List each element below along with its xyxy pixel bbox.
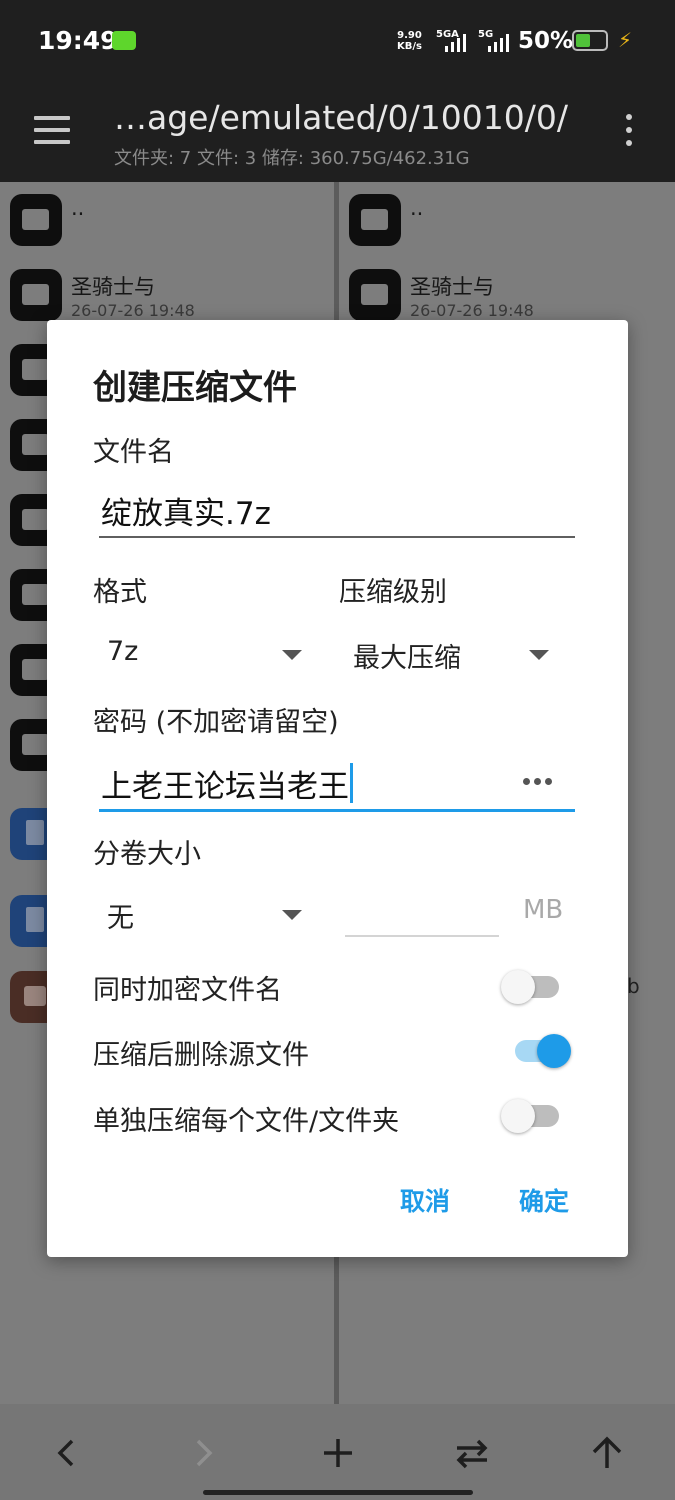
password-field[interactable]: 上老王论坛当老王 (99, 759, 575, 812)
encrypt-filenames-toggle[interactable] (501, 968, 563, 1004)
status-time: 19:49 (38, 26, 118, 55)
format-label: 格式 (93, 577, 147, 608)
compression-level-select[interactable]: 最大压缩 (353, 634, 549, 682)
filename-label: 文件名 (93, 437, 174, 468)
split-size-select[interactable]: 无 (107, 894, 302, 942)
delete-source-label: 压缩后删除源文件 (93, 1040, 309, 1071)
app-bar: …age/emulated/0/10010/0/ 文件夹: 7 文件: 3 储存… (0, 82, 675, 182)
bottom-toolbar (0, 1404, 675, 1500)
signal-icon (486, 32, 512, 52)
file-name: .. (410, 196, 424, 220)
folder-icon (10, 269, 62, 321)
filename-value: 绽放真实.7z (101, 496, 271, 532)
file-date: 26-07-26 19:48 (71, 301, 195, 320)
folder-icon (10, 194, 62, 246)
file-name: .. (71, 196, 85, 220)
file-name: 圣骑士与 (71, 275, 155, 299)
more-options-icon[interactable] (624, 114, 634, 148)
gesture-bar[interactable] (203, 1490, 473, 1495)
split-size-value: 无 (107, 903, 134, 934)
delete-source-toggle[interactable] (501, 1032, 571, 1068)
forward-icon[interactable] (178, 1430, 228, 1476)
app-notification-icon (112, 31, 136, 50)
password-value: 上老王论坛当老王 (101, 761, 353, 806)
add-icon[interactable] (313, 1430, 363, 1476)
swap-icon[interactable] (447, 1430, 497, 1476)
folder-icon (349, 194, 401, 246)
split-size-unit: MB (523, 895, 564, 925)
battery-fill (576, 34, 590, 47)
network-speed: 9.90 KB/s (397, 30, 422, 52)
list-item[interactable]: .. (10, 194, 330, 254)
compression-level-label: 压缩级别 (339, 577, 447, 608)
file-name-fragment: b (627, 974, 640, 998)
current-path[interactable]: …age/emulated/0/10010/0/ (114, 98, 568, 137)
up-icon[interactable] (582, 1430, 632, 1476)
dialog-title: 创建压缩文件 (93, 368, 297, 408)
charging-icon: ⚡ (618, 28, 633, 52)
format-value: 7z (107, 636, 139, 667)
network-speed-unit: KB/s (397, 41, 422, 52)
list-item[interactable]: .. (349, 194, 669, 254)
dropdown-arrow-icon (282, 910, 302, 920)
compress-separately-label: 单独压缩每个文件/文件夹 (93, 1106, 400, 1137)
back-icon[interactable] (42, 1430, 92, 1476)
file-date: 26-07-26 19:48 (410, 301, 534, 320)
menu-icon[interactable] (34, 116, 70, 144)
text-cursor (350, 763, 353, 803)
dropdown-arrow-icon (529, 650, 549, 660)
password-options-icon[interactable] (523, 778, 553, 786)
signal-icon (443, 32, 469, 52)
file-name: 圣骑士与 (410, 275, 494, 299)
storage-stats: 文件夹: 7 文件: 3 储存: 360.75G/462.31G (114, 148, 470, 169)
encrypt-filenames-label: 同时加密文件名 (93, 975, 282, 1006)
filename-field[interactable]: 绽放真实.7z (99, 486, 575, 538)
compress-separately-toggle[interactable] (501, 1097, 563, 1133)
create-archive-dialog: 创建压缩文件 文件名 绽放真实.7z 格式 压缩级别 7z 最大压缩 密码 (不… (47, 320, 628, 1257)
battery-icon (572, 30, 608, 51)
compression-level-value: 最大压缩 (353, 643, 461, 674)
dropdown-arrow-icon (282, 650, 302, 660)
network-speed-value: 9.90 (397, 30, 422, 41)
password-label: 密码 (不加密请留空) (93, 707, 339, 738)
format-select[interactable]: 7z (107, 634, 302, 682)
split-size-input[interactable] (345, 895, 499, 937)
folder-icon (349, 269, 401, 321)
battery-percent: 50% (518, 28, 574, 54)
split-size-label: 分卷大小 (93, 839, 201, 870)
cancel-button[interactable]: 取消 (400, 1182, 450, 1218)
status-bar: 19:49 9.90 KB/s 5GA 5G 50% ⚡ (0, 0, 675, 82)
confirm-button[interactable]: 确定 (519, 1182, 569, 1218)
